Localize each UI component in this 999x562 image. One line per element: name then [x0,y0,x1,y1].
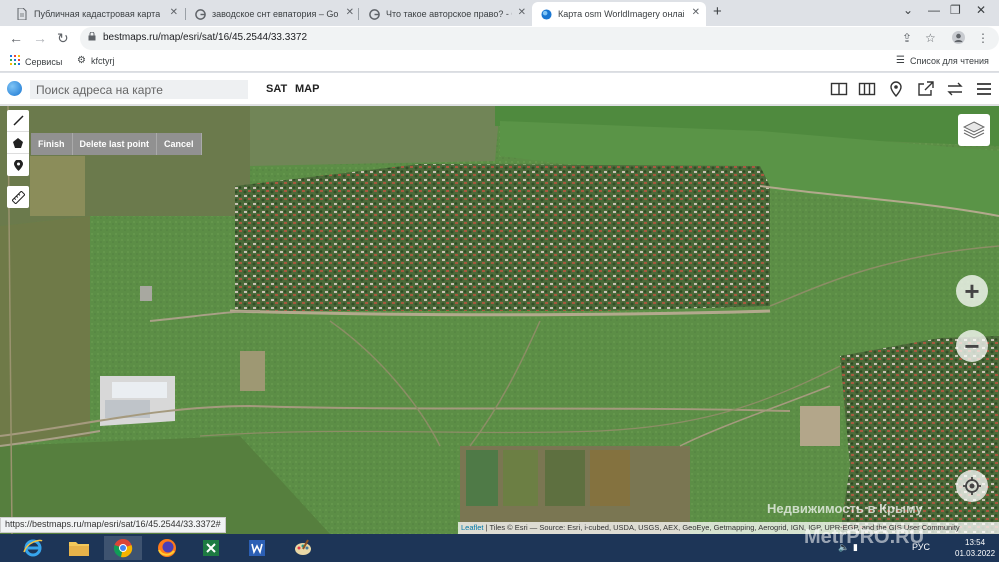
tab-label: заводское снт евпатория – Goo [212,9,338,19]
status-bar-url: https://bestmaps.ru/map/esri/sat/16/45.2… [0,517,226,533]
triple-view-icon[interactable] [858,80,876,98]
tab-cadastral-map[interactable]: Публичная кадастровая карта - ✕ [8,2,184,26]
internet-explorer-icon[interactable] [14,536,52,560]
restore-icon[interactable]: ❐ [950,3,961,17]
new-tab-icon[interactable]: + [713,3,722,20]
tab-label: Карта osm WorldImagery онлай [558,9,684,19]
excel-icon[interactable] [192,536,230,560]
tab-label: Что такое авторское право? - G [386,9,512,19]
measure-toolbar [7,186,29,208]
sat-layer-button[interactable]: SAT [266,83,287,95]
reading-list-label: Список для чтения [909,55,989,66]
tab-separator [358,8,359,20]
location-pin-icon[interactable] [887,80,905,98]
address-search-input[interactable] [30,80,248,99]
bookmark-star-icon[interactable]: ☆ [925,31,936,45]
geolocate-button[interactable] [956,470,988,502]
system-clock[interactable]: 13:54 01.03.2022 [955,537,995,559]
firefox-icon[interactable] [148,536,186,560]
google-icon [194,8,206,20]
tab-search-icon[interactable]: ⌄ [903,3,913,17]
globe-icon [540,8,552,20]
finish-button[interactable]: Finish [31,133,73,155]
satellite-map[interactable]: Finish Delete last point Cancel + − Недв… [0,106,999,534]
draw-polyline-icon[interactable] [7,110,29,132]
bookmark-kfctyrj[interactable]: ⚙ kfctyrj [77,55,114,66]
browser-toolbar: ← → ↻ bestmaps.ru/map/esri/sat/16/45.254… [0,26,999,51]
zoom-out-button[interactable]: − [956,330,988,362]
tab-google-search-2[interactable]: Что такое авторское право? - G ✕ [360,2,532,26]
tab-google-search-1[interactable]: заводское снт евпатория – Goo ✕ [186,2,360,26]
google-icon [368,8,380,20]
address-bar[interactable]: bestmaps.ru/map/esri/sat/16/45.2544/33.3… [80,27,999,50]
lock-icon [88,32,96,41]
chrome-icon[interactable] [104,536,142,560]
close-icon[interactable]: ✕ [170,7,178,18]
reload-icon[interactable]: ↻ [57,30,69,47]
layers-button[interactable] [958,114,990,146]
bookmark-label: Сервисы [25,56,63,67]
split-view-icon[interactable] [830,80,848,98]
crosshair-icon [963,477,981,495]
draw-toolbar [7,110,29,176]
bookmarks-bar: Сервисы ⚙ kfctyrj ☰ Список для чтения [0,51,999,72]
close-icon[interactable]: ✕ [692,7,700,18]
close-icon[interactable]: ✕ [346,7,354,18]
paint-icon[interactable] [284,536,322,560]
gear-icon: ⚙ [77,55,86,66]
profile-avatar-icon[interactable] [952,31,965,47]
zoom-in-button[interactable]: + [956,275,988,307]
draw-polygon-icon[interactable] [7,132,29,154]
minimize-icon[interactable]: — [928,3,940,17]
watermark-text: Недвижимость в Крыму [767,501,923,516]
reading-list-button[interactable]: ☰ Список для чтения [896,55,989,66]
ruler-icon[interactable] [7,186,29,208]
hamburger-menu-icon[interactable] [975,80,993,98]
doc-icon [16,8,28,20]
reading-list-icon: ☰ [896,55,905,66]
cancel-button[interactable]: Cancel [157,133,202,155]
satellite-imagery [0,106,999,534]
share-external-icon[interactable] [917,80,935,98]
map-site-header: SAT MAP [0,73,999,105]
bookmark-services[interactable]: Сервисы [10,55,62,68]
menu-kebab-icon[interactable]: ⋮ [977,31,989,45]
draw-marker-icon[interactable] [7,154,29,176]
forward-icon[interactable]: → [33,30,47,46]
clock-time: 13:54 [965,538,986,547]
layers-icon [963,121,985,139]
tab-worldimagery-map[interactable]: Карта osm WorldImagery онлай ✕ [532,2,706,26]
back-icon[interactable]: ← [9,30,23,46]
swap-icon[interactable] [946,80,964,98]
draw-actions: Finish Delete last point Cancel [31,133,202,155]
site-logo-icon[interactable] [7,81,22,96]
word-icon[interactable] [238,536,276,560]
map-layer-button[interactable]: MAP [295,83,319,95]
url-text: bestmaps.ru/map/esri/sat/16/45.2544/33.3… [103,32,308,43]
share-icon[interactable]: ⇪ [902,31,912,45]
close-window-icon[interactable]: ✕ [976,3,986,17]
tab-label: Публичная кадастровая карта - [34,9,160,19]
file-explorer-icon[interactable] [60,536,98,560]
watermark-site: MetrPRO.RU [804,526,925,548]
bookmark-label: kfctyrj [90,55,115,66]
apps-grid-icon [10,55,20,68]
leaflet-link[interactable]: Leaflet [461,523,484,532]
delete-last-point-button[interactable]: Delete last point [72,133,158,155]
tab-strip: Публичная кадастровая карта - ✕ заводско… [0,0,999,26]
clock-date: 01.03.2022 [955,549,996,558]
close-icon[interactable]: ✕ [518,7,526,18]
